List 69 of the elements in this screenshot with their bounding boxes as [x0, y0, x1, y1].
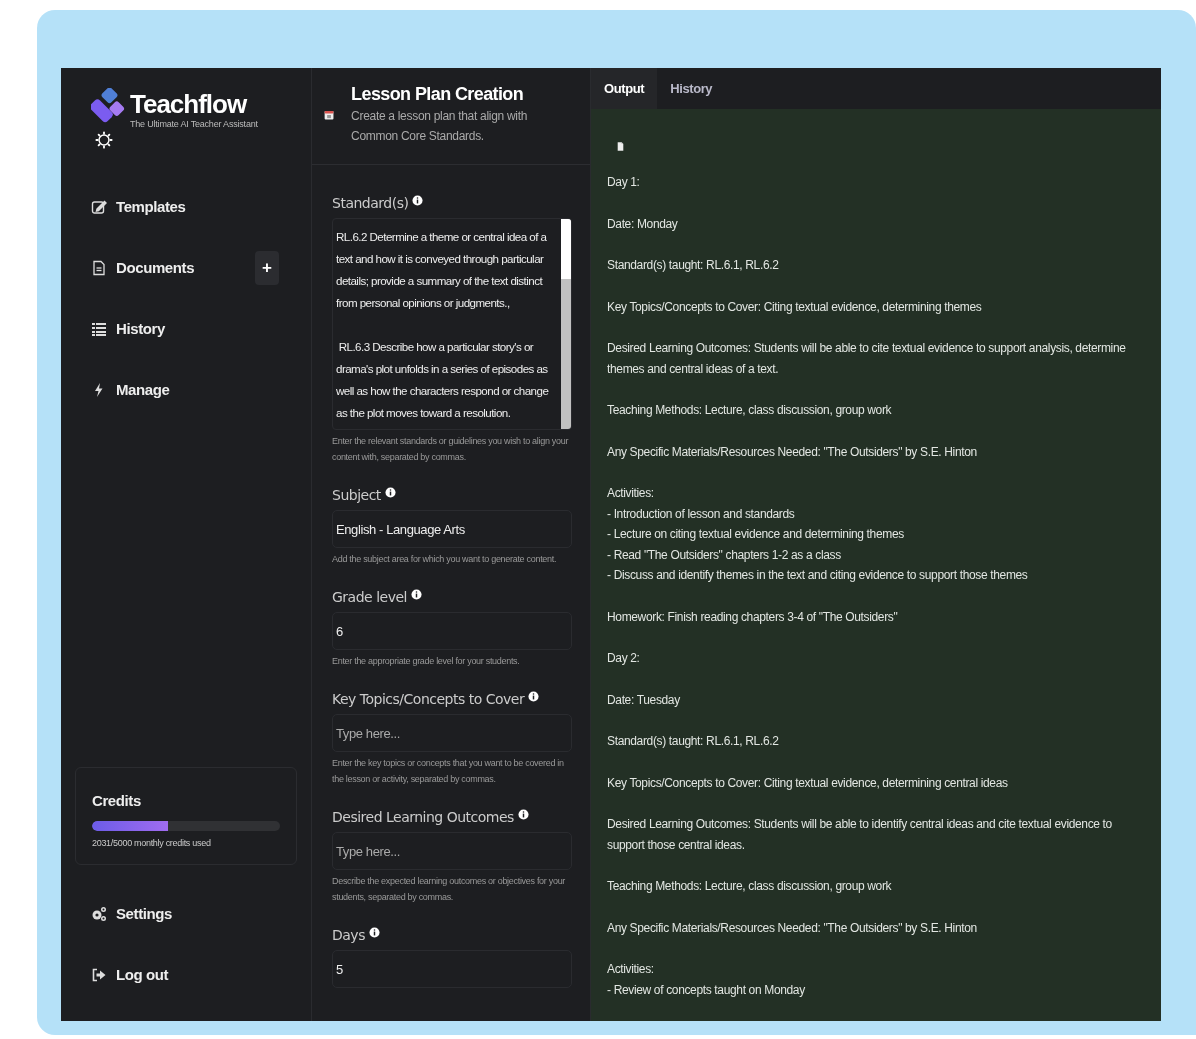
output-text: - Introduction of lesson and standards — [607, 505, 796, 523]
output-text: Desired Learning Outcomes: Students will be able to identify central ideas and cite textual evidence to support those central ideas. — [607, 816, 1113, 854]
brand-tagline: The Ultimate AI Teacher Assistant — [130, 119, 258, 129]
tab[interactable]: History — [657, 68, 726, 109]
input-field[interactable]: Type here... — [332, 832, 572, 870]
scrollbar[interactable] — [561, 219, 571, 429]
field-label: Grade level — [332, 589, 407, 605]
info-icon[interactable] — [410, 588, 422, 600]
nav-item[interactable]: Documents — [75, 259, 195, 276]
tool-description: Create a lesson plan that align with Common Core Standards. — [351, 108, 529, 145]
help-text: Enter the key topics or concepts that you want to be covered in the lesson or activity, separated by commas. — [332, 757, 565, 786]
output-text: Day 1: — [607, 174, 641, 191]
output-text: Date: Monday — [607, 215, 679, 233]
standards-textarea[interactable]: RL.6.2 Determine a theme or central idea of a text and how it is conveyed through particular details; provide a summary of the text distinct from personal opinions or judgments., RL.6.3 Describe how a particular story's or drama's plot unfolds in a series of episodes as well as how the characters respond or change as the plot moves toward a resolution. — [332, 218, 572, 430]
input-field[interactable]: Type here... — [332, 714, 572, 752]
list-icon — [91, 320, 107, 337]
output-text: - Discuss and identify themes in the text and citing evidence to support those themes — [607, 567, 1029, 584]
credits-caption: 2031/5000 monthly credits used — [92, 838, 212, 848]
output-text: Any Specific Materials/Resources Needed: "The Outsiders" by S.E. Hinton — [607, 443, 978, 461]
nav-item[interactable]: History — [75, 320, 165, 337]
output-text: - Review of concepts taught on Monday — [607, 981, 806, 999]
tab[interactable]: Output — [591, 68, 658, 109]
field-label: Desired Learning Outcomes — [332, 809, 514, 825]
output-text: - Lecture on citing textual evidence and determining themes — [607, 526, 905, 543]
field-label: Standard(s) — [332, 195, 409, 211]
nav-item[interactable]: Log out — [75, 944, 297, 1005]
input-field[interactable]: 6 — [332, 612, 572, 650]
output-text: Desired Learning Outcomes: Students will be able to cite textual evidence to support analysis, determine themes and central ideas of a text. — [607, 340, 1127, 378]
info-icon[interactable] — [528, 690, 540, 702]
output-text: Teaching Methods: Lecture, class discussion, group work — [607, 878, 893, 895]
output-text: Key Topics/Concepts to Cover: Citing textual evidence, determining central ideas — [607, 774, 1009, 792]
info-icon[interactable] — [368, 926, 380, 938]
input-field[interactable]: 5 — [332, 950, 572, 988]
output-text: Activities: — [607, 485, 655, 502]
theme-toggle-icon[interactable] — [95, 131, 113, 149]
field-label: Days — [332, 927, 365, 943]
nav-item[interactable]: Settings — [75, 883, 297, 944]
help-text: Add the subject area for which you want to generate content. — [332, 553, 558, 566]
help-text: Enter the relevant standards or guidelines you wish to align your content with, separated by commas. — [332, 435, 570, 464]
output-text: - Read "The Outsiders" chapters 1-2 as a class — [607, 546, 842, 564]
tool-title: Lesson Plan Creation — [351, 84, 525, 105]
output-text: Activities: — [607, 961, 655, 978]
output-text: Date: Tuesday — [607, 691, 681, 709]
credits-title: Credits — [92, 792, 142, 809]
brand-name: Teachflow — [130, 89, 248, 119]
calendar-icon — [324, 108, 335, 122]
output-text: Teaching Methods: Lecture, class discussion, group work — [607, 402, 893, 419]
edit-icon — [91, 198, 107, 215]
nav-item[interactable]: Manage — [75, 381, 170, 398]
output-text: Homework: Finish reading chapters 3-4 of "The Outsiders" — [607, 608, 899, 626]
field-label: Subject — [332, 487, 381, 503]
logout-icon — [91, 966, 107, 983]
output-text: Day 2: — [607, 650, 641, 667]
document-icon[interactable] — [617, 141, 624, 152]
add-button[interactable]: + — [255, 250, 279, 285]
info-icon[interactable] — [517, 808, 529, 820]
document-icon — [91, 259, 107, 276]
help-text: Describe the expected learning outcomes or objectives for your students, separated by commas. — [332, 875, 567, 904]
output-text: Key Topics/Concepts to Cover: Citing textual evidence, determining themes — [607, 298, 983, 316]
help-text: Enter the appropriate grade level for your students. — [332, 655, 521, 668]
info-icon[interactable] — [412, 194, 424, 206]
nav-item[interactable]: Templates — [75, 198, 186, 215]
input-field[interactable]: English - Language Arts — [332, 510, 572, 548]
output-text: Standard(s) taught: RL.6.1, RL.6.2 — [607, 733, 780, 750]
info-icon[interactable] — [384, 486, 396, 498]
output-text: Any Specific Materials/Resources Needed: "The Outsiders" by S.E. Hinton — [607, 919, 978, 937]
field-label: Key Topics/Concepts to Cover — [332, 691, 525, 707]
output-text: Standard(s) taught: RL.6.1, RL.6.2 — [607, 257, 780, 274]
gears-icon — [91, 905, 107, 922]
